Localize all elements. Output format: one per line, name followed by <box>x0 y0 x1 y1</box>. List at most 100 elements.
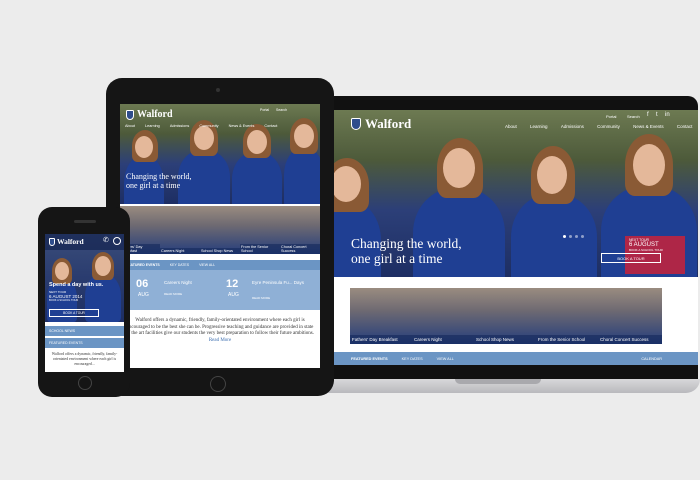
phone-home-button <box>78 376 92 390</box>
nav-admissions[interactable]: Admissions <box>561 124 584 129</box>
hero-headline-line-2: one girl at a time <box>351 251 443 266</box>
event-link[interactable]: READ MORE <box>252 296 270 300</box>
phone-website: Walford ✆ Spend a day with us. NEXT TOUR… <box>45 234 124 372</box>
phone-section-events[interactable]: FEATURED EVENTS <box>45 338 124 348</box>
nav-learning[interactable]: Learning <box>530 124 548 129</box>
nav-learning[interactable]: Learning <box>145 124 160 128</box>
tablet-events-panel: 06 AUG Careers Night READ MORE 12 AUG Ey… <box>120 270 320 310</box>
tab-featured-events[interactable]: FEATURED EVENTS <box>126 263 160 267</box>
tab-view-all[interactable]: VIEW ALL <box>199 263 215 267</box>
tab-key-dates[interactable]: KEY DATES <box>170 263 189 267</box>
event-item[interactable]: 06 AUG Careers Night READ MORE <box>136 278 216 306</box>
phone-speaker <box>74 220 96 223</box>
news-tile[interactable]: School Shop News <box>200 206 240 254</box>
twitter-icon[interactable]: t <box>656 112 658 118</box>
phone-tour-sub: BOOK A SCHOOL TOUR <box>49 299 79 302</box>
tab-key-dates[interactable]: KEY DATES <box>402 357 423 361</box>
event-link[interactable]: READ MORE <box>164 292 182 296</box>
crest-icon <box>49 238 55 246</box>
laptop-website: Walford Portal Search f t in About Learn… <box>305 110 698 365</box>
news-tile[interactable]: Careers Night <box>412 288 474 344</box>
tablet-header: Walford Portal Search About Learning Adm… <box>120 104 320 134</box>
tablet-news-tiles: Fathers' Day Breakfast Careers Night Sch… <box>120 206 320 254</box>
news-tile[interactable]: Careers Night <box>160 206 200 254</box>
nav-about[interactable]: About <box>505 124 517 129</box>
event-day: 12 <box>226 278 239 290</box>
portal-link[interactable]: Portal <box>606 114 616 119</box>
event-item[interactable]: 12 AUG Eyre Peninsula Fu... Days READ MO… <box>226 278 320 306</box>
tablet-nav: About Learning Admissions Community News… <box>125 124 278 128</box>
tablet-portal-link[interactable]: Portal <box>260 108 269 112</box>
intro-text: Walford offers a dynamic, friendly, fami… <box>126 318 315 336</box>
nav-about[interactable]: About <box>125 124 135 128</box>
nav-news-events[interactable]: News & Events <box>229 124 255 128</box>
phone-section-news[interactable]: SCHOOL NEWS <box>45 326 124 336</box>
event-month: AUG <box>228 292 239 298</box>
carousel-dots[interactable] <box>563 235 584 238</box>
nav-news-events[interactable]: News & Events <box>633 124 664 129</box>
event-title: Careers Night <box>164 280 192 285</box>
hero-headline: Changing the world, one girl at a time <box>351 236 462 266</box>
news-tile[interactable]: From the Senior School <box>536 288 598 344</box>
phone-hero-text: Spend a day with us. NEXT TOUR 6 AUGUST … <box>49 282 103 302</box>
crest-icon <box>126 110 134 120</box>
site-header: Walford Portal Search f t in About Learn… <box>305 110 698 140</box>
news-tile[interactable]: Choral Concert Success <box>598 288 662 344</box>
news-tile-caption: School Shop News <box>474 335 536 344</box>
event-title: Eyre Peninsula Fu... Days <box>252 280 305 285</box>
news-tile[interactable]: Choral Concert Success <box>280 206 320 254</box>
tablet-camera <box>216 88 220 92</box>
news-tile-caption: Careers Night <box>160 248 200 254</box>
tablet-hero-line-2: one girl at a time <box>126 181 181 190</box>
news-tile-caption: From the Senior School <box>240 244 280 254</box>
crest-icon <box>351 118 361 130</box>
phone-headline: Spend a day with us. <box>49 282 104 288</box>
next-tour-block: NEXT TOUR 6 AUGUST BOOK A SCHOOL TOUR <box>629 238 663 252</box>
tab-view-all[interactable]: VIEW ALL <box>437 357 454 361</box>
tab-featured-events[interactable]: FEATURED EVENTS <box>351 357 388 361</box>
event-day: 06 <box>136 278 149 290</box>
tablet-logo[interactable]: Walford <box>137 109 173 120</box>
search-link[interactable]: Search <box>627 114 640 119</box>
tablet-events-tabs: FEATURED EVENTS KEY DATES VIEW ALL <box>120 260 320 270</box>
phone-logo[interactable]: Walford <box>57 237 84 246</box>
nav-community[interactable]: Community <box>199 124 218 128</box>
events-tabs: FEATURED EVENTS KEY DATES VIEW ALL CALEN… <box>305 352 698 365</box>
tablet-search-link[interactable]: Search <box>276 108 287 112</box>
hero-headline-line-1: Changing the world, <box>351 236 462 251</box>
news-tile[interactable]: Fathers' Day Breakfast <box>350 288 412 344</box>
phone-body: Walford offers a dynamic, friendly, fami… <box>51 352 118 366</box>
news-tile-caption: Fathers' Day Breakfast <box>350 335 412 344</box>
read-more-link[interactable]: Read More <box>209 338 231 343</box>
news-tile-caption: School Shop News <box>200 248 240 254</box>
news-tile-caption: From the Senior School <box>536 335 598 344</box>
nav-admissions[interactable]: Admissions <box>170 124 189 128</box>
next-tour-sub: BOOK A SCHOOL TOUR <box>629 248 663 252</box>
laptop-notch <box>455 379 541 384</box>
news-tile[interactable]: School Shop News <box>474 288 536 344</box>
phone-header: Walford ✆ <box>45 234 124 250</box>
tablet-website: Walford Portal Search About Learning Adm… <box>120 104 320 368</box>
nav-contact[interactable]: Contact <box>677 124 693 129</box>
phone-book-tour-button[interactable]: BOOK A TOUR <box>49 309 99 317</box>
news-tile[interactable]: From the Senior School <box>240 206 280 254</box>
tablet-intro: Walford offers a dynamic, friendly, fami… <box>126 318 314 344</box>
news-tile-caption: Careers Night <box>412 335 474 344</box>
tablet-hero-headline: Changing the world, one girl at a time <box>126 172 192 190</box>
calendar-link[interactable]: CALENDAR <box>641 357 662 361</box>
site-logo[interactable]: Walford <box>365 116 411 132</box>
news-tiles: Fathers' Day Breakfast Careers Night Sch… <box>350 288 662 344</box>
linkedin-icon[interactable]: in <box>665 112 670 118</box>
news-tile-caption: Choral Concert Success <box>280 244 320 254</box>
phone-call-icon[interactable]: ✆ <box>103 236 109 244</box>
tablet-hero-line-1: Changing the world, <box>126 172 192 181</box>
news-tile-caption: Choral Concert Success <box>598 335 662 344</box>
tablet-home-button <box>210 376 226 392</box>
nav-community[interactable]: Community <box>597 124 620 129</box>
main-nav: About Learning Admissions Community News… <box>505 124 692 129</box>
phone-menu-icon[interactable] <box>113 237 121 245</box>
book-tour-button[interactable]: BOOK A TOUR <box>601 253 661 263</box>
facebook-icon[interactable]: f <box>647 112 649 118</box>
nav-contact[interactable]: Contact <box>264 124 277 128</box>
event-month: AUG <box>138 292 149 298</box>
